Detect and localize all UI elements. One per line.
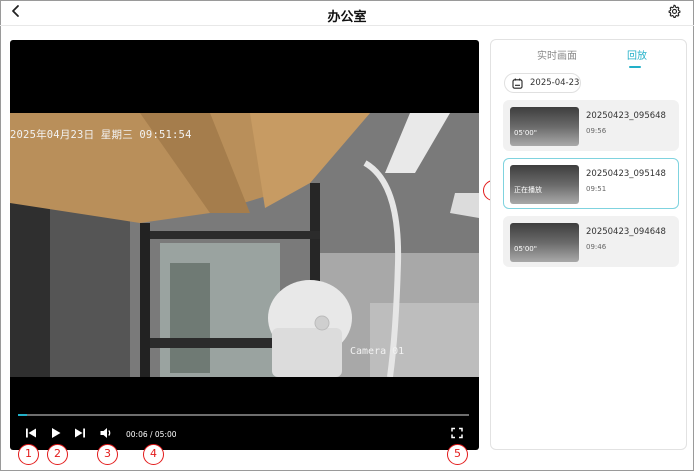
recording-thumbnail: 05'00" xyxy=(510,107,579,146)
progress-bar[interactable] xyxy=(18,414,469,416)
date-selector[interactable]: 2025-04-23 xyxy=(504,73,581,93)
page-title: 办公室 xyxy=(327,10,367,25)
calendar-icon xyxy=(512,78,523,89)
recording-time: 09:51 xyxy=(586,185,607,193)
recording-duration-badge: 05'00" xyxy=(514,129,537,137)
recording-name: 20250423_094648 xyxy=(586,227,666,237)
annotation-marker-5: 5 xyxy=(447,444,468,465)
recording-thumbnail: 正在播放 xyxy=(510,165,579,204)
tab-active-indicator xyxy=(629,66,641,68)
now-playing-badge: 正在播放 xyxy=(514,186,542,194)
video-frame: 2025年04月23日 星期三 09:51:54 Camera 01 xyxy=(10,113,479,377)
video-player[interactable]: 2025年04月23日 星期三 09:51:54 Camera 01 xyxy=(10,40,479,450)
recording-time: 09:56 xyxy=(586,127,607,135)
tab-playback[interactable]: 回放 xyxy=(627,47,647,62)
fullscreen-icon[interactable] xyxy=(450,427,464,439)
recording-duration-badge: 05'00" xyxy=(514,245,537,253)
progress-fill xyxy=(18,414,28,416)
recording-time: 09:46 xyxy=(586,243,607,251)
header-divider xyxy=(0,25,694,26)
annotation-marker-3: 3 xyxy=(97,444,118,465)
recording-name: 20250423_095148 xyxy=(586,169,666,179)
skip-back-icon[interactable] xyxy=(24,427,38,439)
volume-icon[interactable] xyxy=(99,427,113,439)
recording-item[interactable]: 05'00" 20250423_094648 09:46 xyxy=(503,216,679,267)
annotation-marker-1: 1 xyxy=(18,444,39,465)
recording-item[interactable]: 05'00" 20250423_095648 09:56 xyxy=(503,100,679,151)
camera-scene-image xyxy=(10,113,479,377)
video-timestamp-overlay: 2025年04月23日 星期三 09:51:54 xyxy=(10,129,192,141)
play-icon[interactable] xyxy=(49,427,63,439)
annotation-marker-4: 4 xyxy=(143,444,164,465)
camera-label-overlay: Camera 01 xyxy=(350,346,405,357)
recording-thumbnail: 05'00" xyxy=(510,223,579,262)
selected-date: 2025-04-23 xyxy=(530,78,580,88)
recording-item-active[interactable]: 正在播放 20250423_095148 09:51 xyxy=(503,158,679,209)
annotation-marker-2: 2 xyxy=(47,444,68,465)
playback-time: 00:06 / 05:00 xyxy=(126,430,177,439)
gear-icon[interactable] xyxy=(667,4,681,18)
tab-live-view[interactable]: 实时画面 xyxy=(537,47,577,62)
recording-name: 20250423_095648 xyxy=(586,111,666,121)
skip-forward-icon[interactable] xyxy=(73,427,87,439)
